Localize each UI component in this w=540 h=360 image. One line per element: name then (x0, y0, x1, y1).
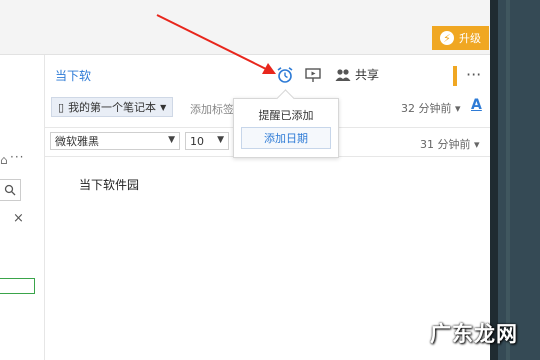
share-people-icon (335, 68, 351, 81)
reminder-added-message: 提醒已添加 (258, 109, 314, 122)
font-size-select[interactable]: 10 ▼ (185, 132, 229, 150)
note-body[interactable]: 当下软件园 (79, 176, 139, 193)
note-list-sort-icon[interactable]: ⌂ (0, 153, 8, 167)
site-watermark: 广东龙网 (430, 322, 518, 346)
share-label: 共享 (355, 68, 380, 82)
selected-note-item[interactable] (0, 278, 35, 294)
created-time-dropdown[interactable]: 31 分钟前 ▾ (420, 136, 480, 152)
font-size-value: 10 (190, 134, 204, 148)
edited-time-dropdown[interactable]: 32 分钟前 ▾ (401, 100, 461, 116)
lightning-icon: ⚡ (440, 31, 454, 45)
reminder-popover: 提醒已添加 添加日期 (233, 89, 339, 158)
notebook-label: 我的第一个笔记本 (68, 101, 157, 114)
search-icon (4, 184, 16, 196)
font-format-icon[interactable]: A (471, 97, 482, 113)
note-title[interactable]: 当下软 (55, 67, 91, 84)
note-list-panel: ⌂ ··· × (0, 55, 45, 360)
upgrade-button[interactable]: ⚡ 升级 (432, 26, 489, 50)
font-family-select[interactable]: 微软雅黑 ▼ (50, 132, 180, 150)
window-edge (490, 0, 498, 360)
chevron-down-icon: ▼ (168, 135, 175, 145)
notebook-icon: ▯ (58, 100, 65, 114)
edge-indicator (453, 66, 457, 86)
background-stripe (506, 0, 510, 360)
reminder-alarm-icon[interactable] (275, 65, 295, 85)
search-icon-button[interactable] (0, 179, 21, 201)
edited-time-label: 32 分钟前 (401, 102, 452, 115)
share-button[interactable]: 共享 (335, 66, 379, 83)
present-icon[interactable] (303, 65, 323, 85)
add-tag-input[interactable]: 添加标签 (190, 101, 234, 117)
chevron-down-icon: ▼ (160, 102, 167, 112)
top-bar: ⚡ 升级 (0, 0, 490, 55)
created-time-label: 31 分钟前 (420, 138, 471, 151)
chevron-down-icon: ▼ (217, 135, 224, 145)
font-family-value: 微软雅黑 (55, 135, 99, 148)
upgrade-label: 升级 (459, 32, 481, 45)
note-list-more-icon[interactable]: ··· (10, 150, 24, 164)
add-date-button[interactable]: 添加日期 (241, 127, 331, 149)
close-icon[interactable]: × (13, 211, 24, 226)
more-options-icon[interactable]: ··· (466, 65, 481, 84)
evernote-window: ⚡ 升级 ⌂ ··· × 当下软 共享 ··· ▯ 我的第一个笔记本 ▼ 添加标… (0, 0, 490, 360)
notebook-selector[interactable]: ▯ 我的第一个笔记本 ▼ (51, 97, 174, 117)
desktop-background (490, 0, 540, 360)
